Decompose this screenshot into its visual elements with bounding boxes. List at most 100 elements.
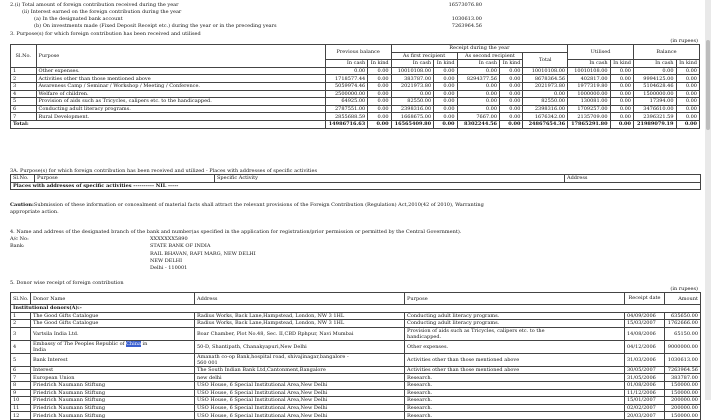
row-value: 1668675.00 bbox=[390, 112, 435, 121]
row-value: 0.00 bbox=[433, 112, 458, 121]
donor-name: The Good Gifts Catalogue bbox=[33, 312, 99, 319]
donor-sl: 10 bbox=[10, 396, 31, 405]
donor-address-cell: USO House, 6 Special Institutional Area,… bbox=[194, 388, 405, 398]
donor-sl: 4 bbox=[10, 339, 31, 354]
row-value: 1977319.80 bbox=[567, 81, 611, 91]
row-value: 5104628.46 bbox=[633, 81, 677, 91]
donor-purpose-cell: Provision of aids such as Tricycles, cal… bbox=[404, 326, 625, 341]
row-value: 17394.00 bbox=[633, 97, 677, 106]
row-value: 2396321.59 bbox=[633, 112, 677, 121]
donor-purpose: Research. bbox=[407, 405, 433, 412]
vertical-scrollbar[interactable] bbox=[705, 0, 711, 400]
donor-name-cell: Vartsila India Ltd. bbox=[30, 326, 195, 341]
row-value: 0.00 bbox=[499, 97, 524, 106]
col-kind: In kind bbox=[433, 59, 458, 68]
donor-name-cell: Interest bbox=[30, 365, 195, 375]
donor-purpose: Research. bbox=[407, 397, 433, 404]
donor-purpose: Research. bbox=[407, 389, 433, 396]
donor-row: 7 European Union new delhi Research. 31/05/2… bbox=[10, 373, 701, 382]
row-value: 0.00 bbox=[499, 112, 524, 121]
bank-name: STATE BANK OF INDIA bbox=[150, 243, 211, 249]
row-sl: 5 bbox=[10, 97, 37, 106]
donor-address: Radius Works, Back Lane,Hampstead, Londo… bbox=[197, 320, 345, 327]
donor-group-institutional: Institutional donors(A):- bbox=[10, 304, 701, 313]
row-value: 1709257.00 bbox=[567, 104, 611, 114]
row-value: 0.00 bbox=[390, 89, 435, 99]
col-kind: In kind bbox=[367, 59, 392, 68]
donor-purpose-line2: handicapped. bbox=[407, 333, 442, 340]
donor-name: Friedrich Naumann Stiftung bbox=[33, 405, 106, 412]
donor-name-cell: Friedrich Naumann Stiftung bbox=[30, 403, 195, 413]
donor-amount: 150000.00 bbox=[664, 411, 701, 420]
donor-purpose: Other expenses. bbox=[407, 343, 449, 350]
donor-amount: 1030613.00 bbox=[664, 352, 701, 367]
row-value: 8294377.56 bbox=[456, 74, 501, 83]
row-value: 0.00 bbox=[433, 81, 458, 91]
row-value: 0.00 bbox=[609, 104, 635, 114]
donor-row: 9 Friedrich Naumann Stiftung USO House, 6 … bbox=[10, 388, 701, 398]
donor-name: Friedrich Naumann Stiftung bbox=[33, 382, 106, 389]
row-value: 0.00 bbox=[367, 97, 392, 106]
row-value: 0.00 bbox=[499, 74, 524, 83]
row-value: 0.00 bbox=[433, 104, 458, 114]
donor-address-cell: The South Indian Bank Ltd,Cantonment,Ban… bbox=[194, 365, 405, 375]
search-highlight: China bbox=[126, 340, 141, 347]
donor-sl: 11 bbox=[10, 403, 31, 413]
row-value: 0.00 bbox=[675, 81, 701, 91]
col-kind: In kind bbox=[675, 59, 701, 68]
row-value: 402817.00 bbox=[567, 74, 611, 83]
donor-purpose-cell: Conducting adult literacy programs. bbox=[404, 311, 625, 321]
interest-investments-value: 7263964.56 bbox=[451, 23, 482, 29]
row-value: 0.00 bbox=[609, 97, 635, 106]
row-value: 0.00 bbox=[633, 66, 677, 76]
total-value: 16565409.80 bbox=[390, 119, 435, 129]
col-purpose: Purpose bbox=[35, 44, 326, 68]
row-value: 0.00 bbox=[433, 74, 458, 83]
donor-row: 2 The Good Gifts Catalogue Radius Works, B… bbox=[10, 319, 701, 328]
donor-row: 12 Friedrich Naumann Stiftung USO House, 6… bbox=[10, 411, 701, 420]
col-receipt: Receipt during the year bbox=[390, 44, 569, 53]
donor-purpose-cell: Activities other than those mentioned ab… bbox=[404, 352, 625, 367]
purpose-row: 7 Rural Development. 2855688.59 0.00 1668675… bbox=[10, 112, 701, 121]
row-value: 9994125.00 bbox=[633, 74, 677, 83]
purpose-row: 6 Conducting adult literacy programs. 2787… bbox=[10, 104, 701, 114]
donor-address: USO House, 6 Special Institutional Area,… bbox=[197, 382, 328, 389]
donor-table: Sl.No. Donor Name Address Purpose Receip… bbox=[10, 292, 701, 420]
row-value: 0.00 bbox=[367, 89, 392, 99]
purpose-row: 1 Other expenses. 0.00 0.00 10010108.00 0.00 0… bbox=[10, 66, 701, 76]
col-receipt-date: Receipt date bbox=[624, 292, 665, 305]
total-value: 14986716.63 bbox=[324, 119, 369, 129]
purpose-row: 4 Welfare of children. 2500000.00 0.00 0.00 0… bbox=[10, 89, 701, 99]
donor-name-cell: The Good Gifts Catalogue bbox=[30, 319, 195, 328]
donor-name: Friedrich Naumann Stiftung bbox=[33, 397, 106, 404]
donor-name: Friedrich Naumann Stiftung bbox=[33, 389, 106, 396]
total-value: 8302244.56 bbox=[456, 119, 501, 129]
account-label: A/c No: bbox=[10, 236, 29, 242]
row-value: 10010108.00 bbox=[567, 66, 611, 76]
col-donor-name: Donor Name bbox=[30, 292, 195, 305]
donor-name-cont: in bbox=[140, 340, 148, 347]
row-value: 0.00 bbox=[433, 89, 458, 99]
donor-address-cell: Amanath co-op Bank,hospital road, shivaj… bbox=[194, 352, 405, 367]
donor-row: 11 Friedrich Naumann Stiftung USO House, 6… bbox=[10, 403, 701, 413]
document-page: 2.(i) Total amount of foreign contributi… bbox=[0, 0, 711, 420]
caution-label: Caution: bbox=[10, 202, 34, 208]
col-sl: Sl.No. bbox=[10, 44, 37, 68]
donor-name: The Good Gifts Catalogue bbox=[33, 320, 99, 327]
row-value: 2135709.00 bbox=[567, 112, 611, 121]
donor-name-line2: India bbox=[33, 346, 46, 353]
total-foreign-contribution-label: 2.(i) Total amount of foreign contributi… bbox=[10, 2, 179, 8]
row-value: 64925.00 bbox=[324, 97, 369, 106]
row-value: 2398316.00 bbox=[522, 104, 569, 114]
row-sl: 2 bbox=[10, 74, 37, 83]
donor-date: 14/08/2006 bbox=[624, 326, 665, 341]
donor-address: USO House, 6 Special Institutional Area,… bbox=[197, 389, 328, 396]
donor-date: 20/03/2007 bbox=[624, 411, 665, 420]
row-value: 2855688.59 bbox=[324, 112, 369, 121]
col-cash: In cash bbox=[324, 59, 369, 68]
scrollbar-thumb[interactable] bbox=[706, 40, 710, 130]
row-value: 0.00 bbox=[456, 104, 501, 114]
row-value: 0.00 bbox=[499, 104, 524, 114]
donor-name-cell: Friedrich Naumann Stiftung bbox=[30, 411, 195, 420]
row-value: 8678364.56 bbox=[522, 74, 569, 83]
